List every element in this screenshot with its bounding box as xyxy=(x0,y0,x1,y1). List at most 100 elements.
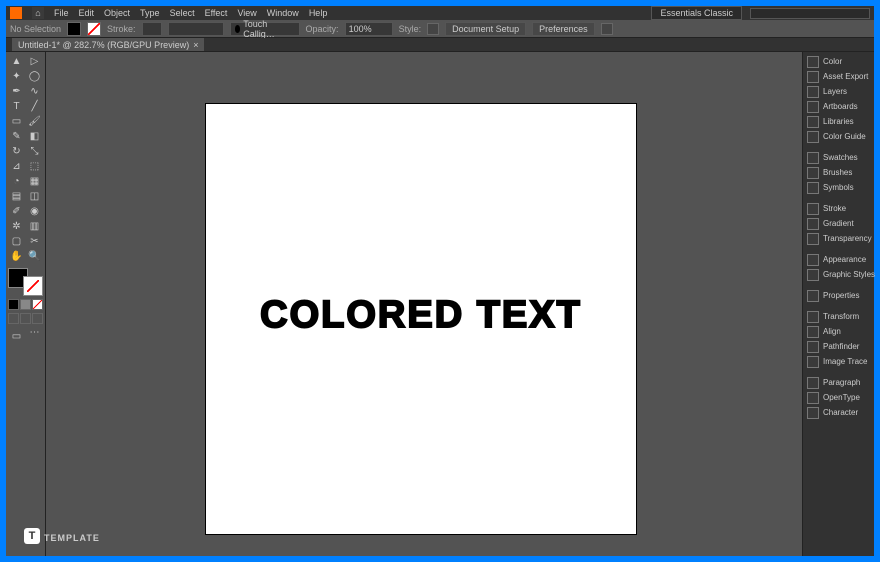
color-well[interactable] xyxy=(8,268,43,296)
draw-behind-icon[interactable] xyxy=(20,313,31,324)
stroke-color-icon[interactable] xyxy=(23,276,43,296)
app-window: ⌂ File Edit Object Type Select Effect Vi… xyxy=(6,6,874,556)
screen-mode-icon[interactable]: ▭ xyxy=(8,329,25,343)
panel-transform[interactable]: Transform xyxy=(803,309,874,324)
panel-align[interactable]: Align xyxy=(803,324,874,339)
width-tool-icon[interactable]: ⊿ xyxy=(8,159,25,173)
panel-paragraph[interactable]: Paragraph xyxy=(803,375,874,390)
curvature-tool-icon[interactable]: ∿ xyxy=(26,84,43,98)
watermark-icon: T xyxy=(24,528,40,544)
color-mode-toggles xyxy=(8,299,43,310)
magic-wand-tool-icon[interactable]: ✦ xyxy=(8,69,25,83)
panel-artboards[interactable]: Artboards xyxy=(803,99,874,114)
panel-stroke[interactable]: Stroke xyxy=(803,201,874,216)
style-swatch[interactable] xyxy=(427,23,439,35)
menu-file[interactable]: File xyxy=(54,8,69,18)
stroke-label: Stroke: xyxy=(107,24,136,34)
home-icon[interactable]: ⌂ xyxy=(32,7,44,19)
hand-tool-icon[interactable]: ✋ xyxy=(8,249,25,263)
align-icon[interactable] xyxy=(601,23,613,35)
menu-select[interactable]: Select xyxy=(170,8,195,18)
direct-selection-tool-icon[interactable]: ▷ xyxy=(26,54,43,68)
panel-symbols[interactable]: Symbols xyxy=(803,180,874,195)
panel-properties[interactable]: Properties xyxy=(803,288,874,303)
symbol-sprayer-tool-icon[interactable]: ✲ xyxy=(8,219,25,233)
panel-gradient[interactable]: Gradient xyxy=(803,216,874,231)
free-transform-tool-icon[interactable]: ⬚ xyxy=(26,159,43,173)
document-tab[interactable]: Untitled-1* @ 282.7% (RGB/GPU Preview) × xyxy=(12,38,204,51)
panel-brushes[interactable]: Brushes xyxy=(803,165,874,180)
fill-swatch[interactable] xyxy=(67,22,81,36)
menu-type[interactable]: Type xyxy=(140,8,160,18)
panel-appearance[interactable]: Appearance xyxy=(803,252,874,267)
none-mode-icon[interactable] xyxy=(32,299,43,310)
graphic-styles-icon xyxy=(807,269,819,281)
eyedropper-tool-icon[interactable]: ✐ xyxy=(8,204,25,218)
text-object[interactable]: COLORED TEXT xyxy=(206,294,636,337)
slice-tool-icon[interactable]: ✂ xyxy=(26,234,43,248)
menu-effect[interactable]: Effect xyxy=(205,8,228,18)
gradient-icon xyxy=(807,218,819,230)
paintbrush-tool-icon[interactable]: 🖌 xyxy=(26,114,43,128)
stroke-weight-dropdown[interactable] xyxy=(142,22,162,36)
brush-dropdown[interactable]: Touch Callig… xyxy=(230,22,300,36)
paragraph-icon xyxy=(807,377,819,389)
rotate-tool-icon[interactable]: ↻ xyxy=(8,144,25,158)
menu-help[interactable]: Help xyxy=(309,8,328,18)
panel-graphic-styles[interactable]: Graphic Styles xyxy=(803,267,874,282)
variable-width-dropdown[interactable] xyxy=(168,22,224,36)
panel-asset-export[interactable]: Asset Export xyxy=(803,69,874,84)
panel-transparency[interactable]: Transparency xyxy=(803,231,874,246)
menu-view[interactable]: View xyxy=(237,8,256,18)
panel-pathfinder[interactable]: Pathfinder xyxy=(803,339,874,354)
line-tool-icon[interactable]: ╱ xyxy=(26,99,43,113)
rectangle-tool-icon[interactable]: ▭ xyxy=(8,114,25,128)
menu-edit[interactable]: Edit xyxy=(79,8,95,18)
gradient-mode-icon[interactable] xyxy=(20,299,31,310)
blend-tool-icon[interactable]: ◉ xyxy=(26,204,43,218)
close-tab-icon[interactable]: × xyxy=(193,40,198,50)
panel-color-guide[interactable]: Color Guide xyxy=(803,129,874,144)
character-icon xyxy=(807,407,819,419)
document-setup-button[interactable]: Document Setup xyxy=(445,22,526,36)
style-label: Style: xyxy=(399,24,422,34)
draw-normal-icon[interactable] xyxy=(8,313,19,324)
panel-image-trace[interactable]: Image Trace xyxy=(803,354,874,369)
panel-character[interactable]: Character xyxy=(803,405,874,420)
menu-window[interactable]: Window xyxy=(267,8,299,18)
workspace-selector[interactable]: Essentials Classic xyxy=(651,6,742,20)
mesh-tool-icon[interactable]: ▤ xyxy=(8,189,25,203)
menu-object[interactable]: Object xyxy=(104,8,130,18)
shape-builder-tool-icon[interactable]: ◔ xyxy=(8,174,25,188)
stroke-swatch[interactable] xyxy=(87,22,101,36)
draw-inside-icon[interactable] xyxy=(32,313,43,324)
workspace: ▲ ▷ ✦ ◯ ✒ ∿ T ╱ ▭ 🖌 ✎ ◧ ↻ ⤡ ⊿ ⬚ ◔ ▦ ▤ ◫ … xyxy=(6,52,874,556)
type-tool-icon[interactable]: T xyxy=(8,99,25,113)
panel-layers[interactable]: Layers xyxy=(803,84,874,99)
shaper-tool-icon[interactable]: ✎ xyxy=(8,129,25,143)
selection-tool-icon[interactable]: ▲ xyxy=(8,54,25,68)
pen-tool-icon[interactable]: ✒ xyxy=(8,84,25,98)
canvas-area[interactable]: COLORED TEXT xyxy=(46,52,802,556)
opacity-input[interactable]: 100% xyxy=(345,22,393,36)
panel-libraries[interactable]: Libraries xyxy=(803,114,874,129)
column-graph-tool-icon[interactable]: ▥ xyxy=(26,219,43,233)
gradient-tool-icon[interactable]: ◫ xyxy=(26,189,43,203)
tab-title: Untitled-1* @ 282.7% (RGB/GPU Preview) xyxy=(18,40,189,50)
watermark-text: TEMPLATE xyxy=(44,529,100,544)
panel-swatches[interactable]: Swatches xyxy=(803,150,874,165)
zoom-tool-icon[interactable]: 🔍 xyxy=(26,249,43,263)
preferences-button[interactable]: Preferences xyxy=(532,22,595,36)
tools-panel: ▲ ▷ ✦ ◯ ✒ ∿ T ╱ ▭ 🖌 ✎ ◧ ↻ ⤡ ⊿ ⬚ ◔ ▦ ▤ ◫ … xyxy=(6,52,46,556)
lasso-tool-icon[interactable]: ◯ xyxy=(26,69,43,83)
panel-opentype[interactable]: OpenType xyxy=(803,390,874,405)
eraser-tool-icon[interactable]: ◧ xyxy=(26,129,43,143)
artboard[interactable]: COLORED TEXT xyxy=(206,104,636,534)
perspective-tool-icon[interactable]: ▦ xyxy=(26,174,43,188)
scale-tool-icon[interactable]: ⤡ xyxy=(26,144,43,158)
artboard-tool-icon[interactable]: ▢ xyxy=(8,234,25,248)
color-mode-icon[interactable] xyxy=(8,299,19,310)
search-input[interactable] xyxy=(750,8,870,19)
panel-color[interactable]: Color xyxy=(803,54,874,69)
edit-toolbar-icon[interactable]: ⋯ xyxy=(26,325,43,339)
